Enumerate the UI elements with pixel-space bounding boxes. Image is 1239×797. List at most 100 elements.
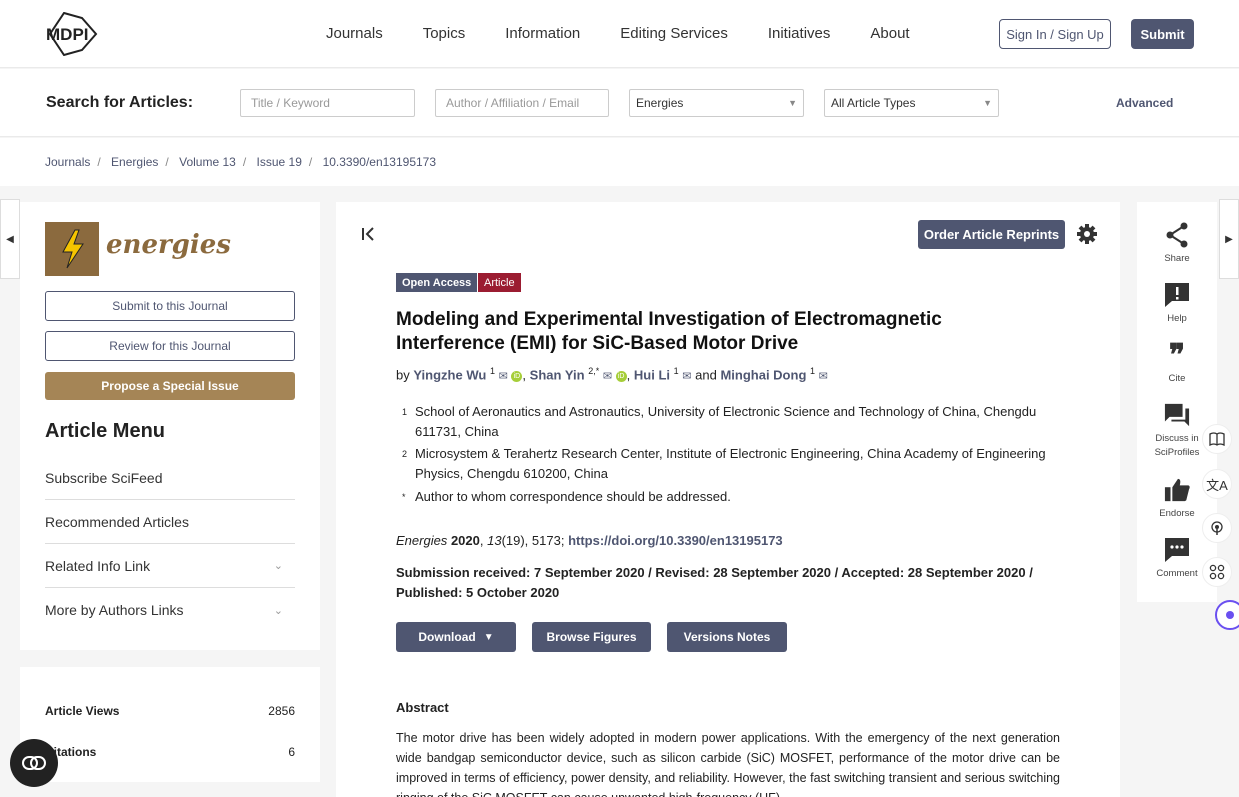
menu-item-more-by-authors[interactable]: More by Authors Links ⌄ bbox=[45, 588, 295, 632]
article-menu-title: Article Menu bbox=[45, 420, 166, 442]
citation-line: Energies 2020, 13(19), 5173; https://doi… bbox=[396, 533, 783, 548]
menu-item-subscribe-scifeed[interactable]: Subscribe SciFeed bbox=[45, 456, 295, 500]
advanced-search-link[interactable]: Advanced bbox=[1116, 96, 1173, 110]
title-keyword-input[interactable]: Title / Keyword bbox=[240, 89, 415, 117]
menu-item-related-info-link[interactable]: Related Info Link ⌄ bbox=[45, 544, 295, 588]
breadcrumb-volume[interactable]: Volume 13 bbox=[179, 155, 236, 169]
email-icon[interactable]: ✉ bbox=[819, 370, 828, 382]
download-button[interactable]: Download ▼ bbox=[396, 622, 516, 652]
submit-to-journal-button[interactable]: Submit to this Journal bbox=[45, 291, 295, 321]
collapse-sidebar-icon[interactable] bbox=[360, 226, 376, 242]
help-label: Help bbox=[1167, 313, 1187, 324]
assistant-icon[interactable] bbox=[1215, 600, 1239, 630]
share-icon bbox=[1164, 222, 1190, 248]
article-stats: Article Views 2856 Citations 6 bbox=[20, 667, 320, 782]
mdpi-logo[interactable]: MDPI bbox=[44, 11, 110, 57]
nav-initiatives[interactable]: Initiatives bbox=[768, 25, 831, 42]
top-header: MDPI Journals Topics Information Editing… bbox=[0, 0, 1239, 68]
help-action[interactable]: Help bbox=[1137, 282, 1217, 326]
review-for-journal-button[interactable]: Review for this Journal bbox=[45, 331, 295, 361]
energies-logo-icon[interactable] bbox=[45, 222, 99, 276]
nav-journals[interactable]: Journals bbox=[326, 25, 383, 42]
translate-icon[interactable]: 文A bbox=[1202, 469, 1232, 499]
cite-year: 2020 bbox=[450, 533, 480, 548]
affiliation-text: Author to whom correspondence should be … bbox=[415, 489, 731, 504]
nav-information[interactable]: Information bbox=[505, 25, 580, 42]
propose-special-issue-button[interactable]: Propose a Special Issue bbox=[45, 372, 295, 400]
stat-label: Article Views bbox=[45, 704, 120, 718]
podcast-icon[interactable] bbox=[1202, 513, 1232, 543]
author-input[interactable]: Author / Affiliation / Email bbox=[435, 89, 609, 117]
author-link[interactable]: Yingzhe Wu bbox=[413, 367, 486, 382]
discussion-icon bbox=[1164, 402, 1190, 428]
nav-topics[interactable]: Topics bbox=[423, 25, 466, 42]
main-nav: Journals Topics Information Editing Serv… bbox=[326, 25, 910, 42]
apps-icon[interactable] bbox=[1202, 557, 1232, 587]
chevron-down-icon: ⌄ bbox=[273, 604, 283, 617]
prev-arrow-icon[interactable]: ◀ bbox=[0, 199, 20, 279]
stat-value: 6 bbox=[288, 745, 295, 759]
article-main: Order Article Reprints Open Access Artic… bbox=[336, 202, 1120, 797]
comment-label: Comment bbox=[1156, 568, 1198, 579]
author-link[interactable]: Hui Li bbox=[634, 367, 670, 382]
browse-figures-button[interactable]: Browse Figures bbox=[532, 622, 651, 652]
author-list: by Yingzhe Wu 1 ✉ iD, Shan Yin 2,* ✉ iD,… bbox=[396, 366, 828, 383]
endorse-label: Endorse bbox=[1159, 508, 1195, 519]
journal-sidebar: energies Submit to this Journal Review f… bbox=[20, 202, 320, 650]
author-sup: 1 bbox=[673, 366, 679, 376]
article-actions-sidebar: Share Help ❞ Cite Discuss in SciProfiles bbox=[1137, 202, 1217, 602]
order-reprints-button[interactable]: Order Article Reprints bbox=[918, 220, 1065, 249]
breadcrumb-issue[interactable]: Issue 19 bbox=[257, 155, 302, 169]
submit-button[interactable]: Submit bbox=[1131, 19, 1194, 49]
search-bar: Search for Articles: Title / Keyword Aut… bbox=[0, 69, 1239, 137]
email-icon[interactable]: ✉ bbox=[603, 370, 612, 382]
email-icon[interactable]: ✉ bbox=[499, 370, 508, 382]
article-type-value: All Article Types bbox=[831, 96, 916, 110]
cite-volume: 13 bbox=[487, 533, 502, 548]
affiliation-text: Microsystem & Terahertz Research Center,… bbox=[415, 446, 1046, 481]
orcid-icon[interactable]: iD bbox=[615, 371, 627, 383]
article-type-badge: Article bbox=[478, 273, 521, 292]
doi-link[interactable]: https://doi.org/10.3390/en13195173 bbox=[568, 533, 783, 548]
cite-rest: (19), 5173; bbox=[501, 533, 565, 548]
chevron-down-icon: ⌄ bbox=[273, 560, 283, 572]
breadcrumb-doi: 10.3390/en13195173 bbox=[322, 155, 437, 169]
menu-item-label: Related Info Link bbox=[45, 557, 151, 574]
help-icon bbox=[1164, 282, 1190, 308]
quote-icon: ❞ bbox=[1168, 337, 1186, 373]
article-type-select[interactable]: All Article Types ▼ bbox=[824, 89, 999, 117]
gear-icon[interactable] bbox=[1076, 223, 1098, 245]
affiliation-text: School of Aeronautics and Astronautics, … bbox=[415, 404, 1037, 439]
article-dates: Submission received: 7 September 2020 / … bbox=[396, 565, 1033, 600]
sign-in-button[interactable]: Sign In / Sign Up bbox=[999, 19, 1111, 49]
journal-select-value: Energies bbox=[636, 96, 684, 110]
email-icon[interactable]: ✉ bbox=[682, 370, 691, 382]
accessibility-button[interactable] bbox=[10, 739, 58, 787]
author-sup: 2,* bbox=[588, 366, 600, 376]
author-link[interactable]: Minghai Dong bbox=[720, 367, 806, 382]
next-arrow-icon[interactable]: ▶ bbox=[1219, 199, 1239, 279]
breadcrumb-journals[interactable]: Journals bbox=[45, 155, 90, 169]
journal-select[interactable]: Energies ▼ bbox=[629, 89, 804, 117]
author-sup: 1 bbox=[810, 366, 816, 376]
share-action[interactable]: Share bbox=[1137, 222, 1217, 266]
menu-item-recommended-articles[interactable]: Recommended Articles bbox=[45, 500, 295, 544]
nav-about[interactable]: About bbox=[870, 25, 909, 42]
breadcrumb-energies[interactable]: Energies bbox=[111, 155, 158, 169]
author-link[interactable]: Shan Yin bbox=[530, 367, 585, 382]
stat-citations: Citations 6 bbox=[45, 745, 295, 759]
cite-action[interactable]: ❞ Cite bbox=[1137, 337, 1217, 386]
menu-item-label: Recommended Articles bbox=[45, 513, 189, 530]
menu-item-label: Subscribe SciFeed bbox=[45, 469, 163, 486]
journal-name[interactable]: energies bbox=[106, 230, 231, 260]
caret-down-icon: ▼ bbox=[788, 98, 797, 108]
affiliation-num: 2 bbox=[402, 449, 408, 459]
nav-editing-services[interactable]: Editing Services bbox=[620, 25, 728, 42]
svg-text:MDPI: MDPI bbox=[46, 25, 89, 44]
versions-notes-button[interactable]: Versions Notes bbox=[667, 622, 787, 652]
search-title: Search for Articles: bbox=[46, 94, 194, 111]
orcid-icon[interactable]: iD bbox=[511, 371, 523, 383]
book-icon[interactable] bbox=[1202, 424, 1232, 454]
caret-down-icon: ▼ bbox=[983, 98, 992, 108]
author-sup: 1 bbox=[489, 366, 495, 376]
